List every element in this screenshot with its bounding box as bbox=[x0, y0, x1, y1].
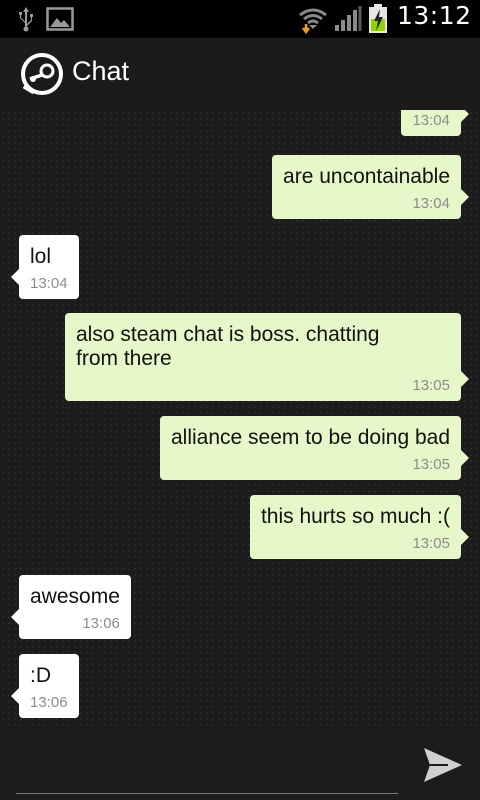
chat-message-outgoing[interactable]: alliance seem to be doing bad 13:05 bbox=[159, 416, 470, 480]
message-text: :D bbox=[30, 664, 51, 687]
send-icon bbox=[424, 748, 462, 782]
message-time: 13:06 bbox=[82, 615, 120, 632]
chat-message-outgoing[interactable]: are uncontainable 13:04 bbox=[272, 155, 469, 219]
chat-message-outgoing[interactable]: 13:04 bbox=[401, 110, 469, 136]
message-text: awesome bbox=[30, 585, 120, 608]
battery-charging-icon bbox=[369, 4, 387, 33]
signal-icon bbox=[335, 6, 362, 31]
message-time: 13:06 bbox=[30, 694, 68, 711]
app-bar: Chat bbox=[0, 38, 480, 110]
message-time: 13:05 bbox=[412, 456, 450, 473]
message-time: 13:04 bbox=[412, 195, 450, 212]
steam-logo-icon[interactable] bbox=[20, 52, 64, 96]
wifi-icon bbox=[299, 8, 327, 34]
chat-message-list[interactable]: 13:04 are uncontainable 13:04 lol 13:04 … bbox=[0, 110, 480, 728]
send-button[interactable] bbox=[420, 742, 466, 788]
usb-icon bbox=[19, 7, 33, 32]
chat-message-incoming[interactable]: :D 13:06 bbox=[11, 654, 79, 718]
clock: 13:12 bbox=[397, 1, 472, 30]
chat-message-incoming[interactable]: awesome 13:06 bbox=[11, 575, 131, 639]
message-text: lol bbox=[30, 245, 52, 268]
message-time: 13:05 bbox=[412, 535, 450, 552]
message-text: are uncontainable bbox=[283, 165, 450, 188]
message-time: 13:04 bbox=[30, 275, 68, 292]
chat-message-outgoing[interactable]: also steam chat is boss. chatting from t… bbox=[65, 313, 469, 401]
chat-message-incoming[interactable]: lol 13:04 bbox=[11, 235, 79, 299]
message-input[interactable] bbox=[16, 748, 398, 794]
message-text: alliance seem to be doing bad bbox=[170, 426, 450, 449]
message-composer bbox=[0, 728, 480, 800]
page-title: Chat bbox=[72, 56, 130, 86]
image-icon bbox=[46, 7, 74, 31]
message-text: also steam chat is boss. chatting from t… bbox=[76, 323, 380, 370]
message-time: 13:04 bbox=[412, 112, 450, 129]
message-time: 13:05 bbox=[412, 377, 450, 394]
message-text: this hurts so much :( bbox=[260, 505, 450, 528]
status-bar: 13:12 bbox=[0, 0, 480, 38]
chat-message-outgoing[interactable]: this hurts so much :( 13:05 bbox=[249, 495, 470, 559]
